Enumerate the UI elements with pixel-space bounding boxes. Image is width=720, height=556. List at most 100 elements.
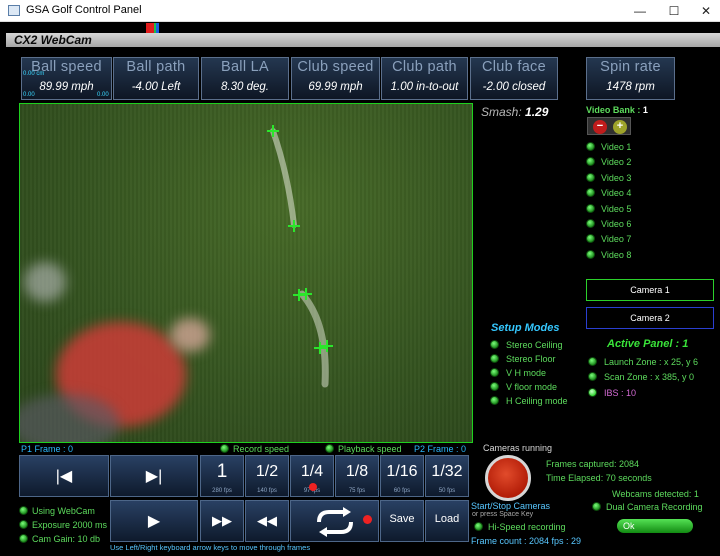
cameras-running-label: Cameras running [483,443,553,453]
rewind-button[interactable]: ◀◀ [245,500,289,542]
camera-2-button[interactable]: Camera 2 [586,307,714,329]
video-6-label[interactable]: Video 6 [601,219,631,229]
keyboard-hint: Use Left/Right keyboard arrow keys to mo… [110,543,311,552]
playback-speed-indicator[interactable] [325,444,334,453]
hispeed-label[interactable]: Hi-Speed recording [488,522,566,532]
metric-spin-rate: Spin rate 1478 rpm [586,57,675,100]
video-2-label[interactable]: Video 2 [601,157,631,167]
playback-speed-label[interactable]: Playback speed [338,444,402,454]
launch-zone-label[interactable]: Launch Zone : x 25, y 6 [604,357,698,367]
metric-value: 1478 rpm [606,81,655,93]
video-5-label[interactable]: Video 5 [601,204,631,214]
speed-half-button[interactable]: 1/2 140 fps [245,455,289,497]
setup-stereo-ceiling-label[interactable]: Stereo Ceiling [506,340,563,350]
dual-camera-label[interactable]: Dual Camera Recording [606,502,703,512]
setup-stereo-floor-radio[interactable] [490,354,499,363]
scan-zone-indicator[interactable] [588,372,597,381]
tracking-marker [321,340,333,352]
ibs-indicator[interactable] [588,388,597,397]
first-frame-button[interactable]: |◀ [19,455,109,497]
ibs-label[interactable]: IBS : 10 [604,388,636,398]
loop-active-dot [363,515,372,524]
video-bank-plus-button[interactable]: + [613,120,627,134]
setup-vh-mode-radio[interactable] [490,368,499,377]
next-frame-button[interactable]: ▶| [110,455,198,497]
video-8-indicator[interactable] [586,250,595,259]
cam-gain-indicator[interactable] [19,534,28,543]
metric-label: Spin rate [600,59,661,75]
window-titlebar: GSA Golf Control Panel — ☐ ✕ [0,0,720,22]
video-3-label[interactable]: Video 3 [601,173,631,183]
space-key-hint: or press Space Key [472,511,534,518]
dual-camera-indicator[interactable] [592,502,601,511]
video-1-label[interactable]: Video 1 [601,142,631,152]
trail-upper [270,128,297,228]
metric-club-path: Club path 1.00 in-to-out [381,57,468,100]
setup-stereo-ceiling-radio[interactable] [490,340,499,349]
play-button[interactable]: ▶ [110,500,198,542]
speed-label: 1/4 [300,463,324,480]
fast-forward-button[interactable]: ▶▶ [200,500,244,542]
exposure-label[interactable]: Exposure 2000 ms [32,520,107,530]
record-speed-indicator[interactable] [220,444,229,453]
speed-fps: 280 fps [212,488,232,494]
video-7-indicator[interactable] [586,234,595,243]
save-button[interactable]: Save [380,500,424,542]
record-speed-label[interactable]: Record speed [233,444,289,454]
video-4-indicator[interactable] [586,188,595,197]
minimize-button[interactable]: — [624,0,656,22]
cam-gain-label[interactable]: Cam Gain: 10 db [32,534,100,544]
video-7-label[interactable]: Video 7 [601,234,631,244]
video-6-indicator[interactable] [586,219,595,228]
setup-stereo-floor-label[interactable]: Stereo Floor [506,354,556,364]
speed-fps: 60 fps [393,488,411,494]
speed-quarter-button[interactable]: 1/4 97 fps [290,455,334,497]
load-label: Load [434,513,460,525]
p1-frame-label: P1 Frame : 0 [21,444,74,454]
setup-h-ceiling-label[interactable]: H Ceiling mode [506,396,568,406]
load-button[interactable]: Load [425,500,469,542]
app-icon [8,5,20,16]
record-start-stop-button[interactable] [485,455,531,501]
video-8-label[interactable]: Video 8 [601,250,631,260]
metric-value: -4.00 Left [131,81,181,93]
video-4-label[interactable]: Video 4 [601,188,631,198]
using-webcam-label[interactable]: Using WebCam [32,506,95,516]
speed-thirtysecond-button[interactable]: 1/32 50 fps [425,455,469,497]
skip-back-icon: |◀ [55,468,73,485]
metric-club-speed: Club speed 69.99 mph [291,57,380,100]
video-5-indicator[interactable] [586,204,595,213]
unit-readout-left: 0.00 [23,92,35,98]
ok-button[interactable]: Ok [617,519,693,533]
using-webcam-indicator[interactable] [19,506,28,515]
video-bank-label: Video Bank : 1 [586,105,648,115]
hispeed-indicator[interactable] [474,522,483,531]
speed-eighth-button[interactable]: 1/8 75 fps [335,455,379,497]
scan-zone-label[interactable]: Scan Zone : x 385, y 0 [604,372,694,382]
camera-1-button[interactable]: Camera 1 [586,279,714,301]
speed-1-button[interactable]: 1 280 fps [200,455,244,497]
video-2-indicator[interactable] [586,157,595,166]
video-3-indicator[interactable] [586,173,595,182]
exposure-indicator[interactable] [19,520,28,529]
speed-sixteenth-button[interactable]: 1/16 60 fps [380,455,424,497]
loop-button[interactable] [290,500,379,542]
unit-readout-top: 0.00 cm [23,71,45,77]
setup-v-floor-label[interactable]: V floor mode [506,382,557,392]
setup-h-ceiling-radio[interactable] [490,396,499,405]
setup-vh-mode-label[interactable]: V H mode [506,368,546,378]
smash-factor: Smash: 1.29 [481,105,548,119]
metric-value: 1.00 in-to-out [390,81,459,93]
metric-label: Club path [392,59,457,75]
video-bank-minus-button[interactable]: − [593,120,607,134]
video-bank-value: 1 [642,105,648,115]
smash-value: 1.29 [525,105,549,119]
webcam-video-view[interactable] [19,103,473,443]
launch-zone-indicator[interactable] [588,357,597,366]
smash-label: Smash: [481,105,522,119]
maximize-button[interactable]: ☐ [658,0,690,22]
video-1-indicator[interactable] [586,142,595,151]
setup-v-floor-radio[interactable] [490,382,499,391]
metric-label: Club face [482,59,546,75]
close-button[interactable]: ✕ [690,0,720,22]
